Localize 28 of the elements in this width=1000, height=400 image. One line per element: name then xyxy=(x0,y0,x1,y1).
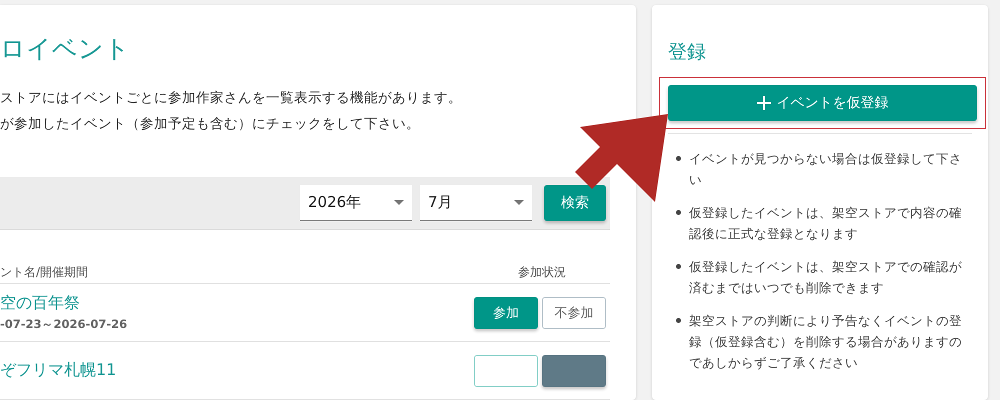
event-title-link[interactable]: 空の百年祭 xyxy=(0,293,128,314)
dropdown-caret-icon xyxy=(394,200,404,205)
attend-button[interactable] xyxy=(474,354,538,387)
section-title: 登録 xyxy=(668,40,707,65)
column-header: ント名/開催期間 xyxy=(0,264,88,281)
bullet-icon xyxy=(676,156,681,161)
note-item: 架空ストアの判断により予告なくイベントの登録（仮登録含む）を削除する場合がありますのであしからずご了承ください xyxy=(689,312,963,372)
note-item: イベントが見つからない場合は仮登録して下さい xyxy=(689,150,963,189)
intro-text: ストアにはイベントごとに参加作家さんを一覧表示する機能があります。 xyxy=(0,89,463,108)
search-button[interactable]: 検索 xyxy=(544,184,606,221)
event-dates: -07-23～2026-07-26 xyxy=(0,317,128,332)
absent-button[interactable]: 不参加 xyxy=(542,296,606,329)
bullet-icon xyxy=(676,210,681,215)
note-item: 仮登録したイベントは、架空ストアでの確認が済むまではいつでも削除できます xyxy=(689,258,963,297)
absent-button[interactable] xyxy=(542,354,606,387)
select-field[interactable]: 7月 xyxy=(420,184,532,221)
select-field[interactable]: 2026年 xyxy=(300,184,412,221)
page-title: ロイベント xyxy=(0,33,131,65)
intro-text: が参加したイベント（参加予定も含む）にチェックをして下さい。 xyxy=(0,115,421,134)
event-title-link[interactable]: ぞフリマ札幌11 xyxy=(0,360,116,382)
bullet-icon xyxy=(676,264,681,269)
plus-icon xyxy=(756,96,770,110)
bullet-icon xyxy=(676,318,681,323)
attend-button[interactable]: 参加 xyxy=(474,296,538,329)
dropdown-caret-icon xyxy=(514,200,524,205)
register-event-button[interactable]: イベントを仮登録 xyxy=(668,85,977,121)
note-item: 仮登録したイベントは、架空ストアで内容の確認後に正式な登録となります xyxy=(689,204,963,243)
column-header: 参加状況 xyxy=(518,264,566,281)
